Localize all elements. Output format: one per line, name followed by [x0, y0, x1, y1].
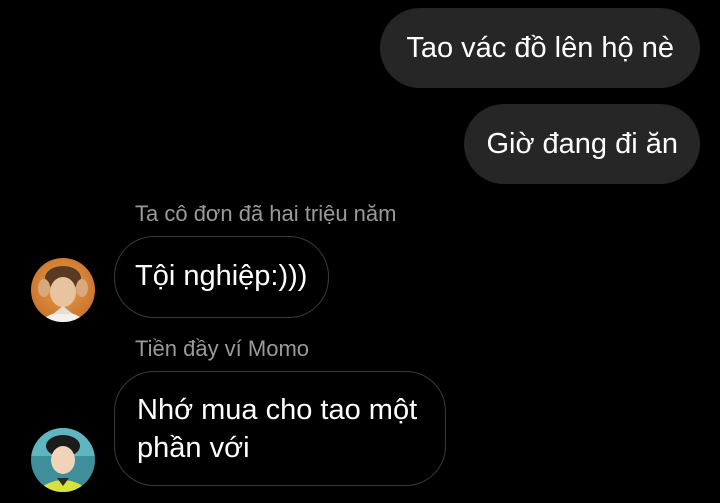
outgoing-message[interactable]: Tao vác đồ lên hộ nè	[380, 8, 700, 88]
message-text: Tội nghiệp:)))	[135, 260, 308, 292]
sender-name: Ta cô đơn đã hai triệu năm	[135, 201, 397, 226]
sender-name: Tiền đầy ví Momo	[135, 336, 310, 361]
profile-photo-icon	[31, 428, 95, 492]
avatar[interactable]	[31, 258, 95, 322]
profile-photo-icon	[31, 258, 95, 322]
message-text: Giờ đang đi ăn	[486, 128, 678, 160]
message-text: Tao vác đồ lên hộ nè	[406, 32, 674, 64]
incoming-message[interactable]: Nhớ mua cho tao một phần với	[114, 371, 446, 486]
avatar[interactable]	[31, 428, 95, 492]
outgoing-message[interactable]: Giờ đang đi ăn	[464, 104, 700, 184]
incoming-message[interactable]: Tội nghiệp:)))	[114, 236, 329, 318]
message-text: Nhớ mua cho tao một phần với	[137, 394, 418, 464]
